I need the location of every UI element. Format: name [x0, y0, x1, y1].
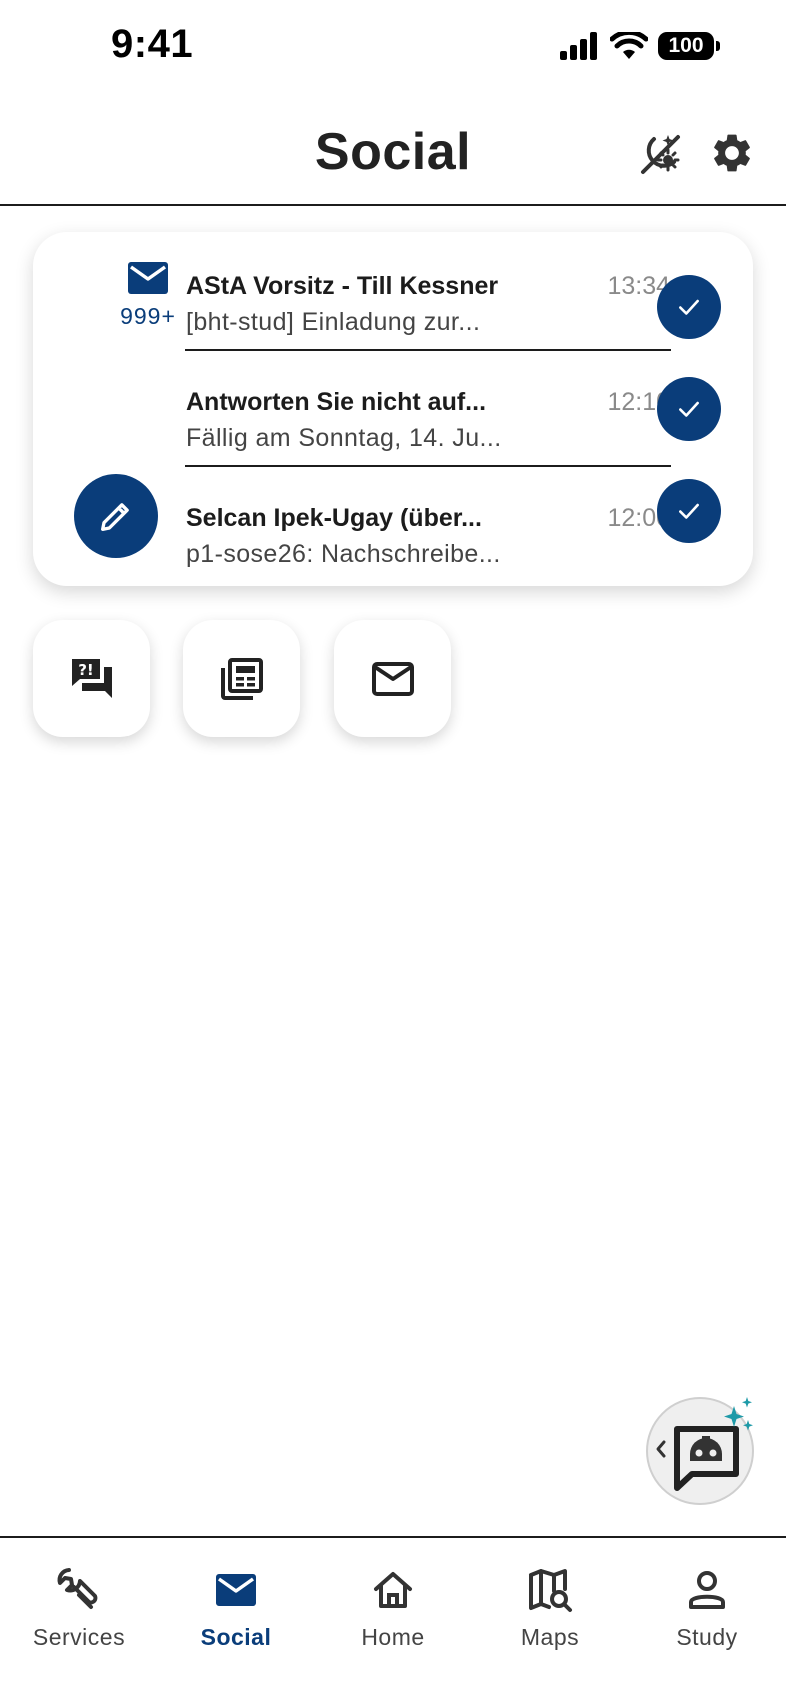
pencil-icon: [101, 503, 129, 531]
message-sender: AStA Vorsitz - Till Kessner: [186, 272, 499, 300]
mail-outline-icon: [371, 661, 414, 696]
tab-maps[interactable]: Maps: [472, 1566, 628, 1651]
mail-card: 999+ AStA Vorsitz - Till Kessner 13:34 […: [33, 232, 753, 586]
tab-services[interactable]: Services: [1, 1566, 157, 1651]
status-bar: 9:41 100: [0, 0, 786, 100]
feedback-button[interactable]: ?!: [33, 620, 150, 737]
mark-read-button[interactable]: [657, 377, 721, 441]
person-icon: [689, 1571, 725, 1609]
tab-social[interactable]: Social: [158, 1566, 314, 1651]
tab-label: Home: [361, 1624, 425, 1650]
svg-text:?!: ?!: [78, 661, 94, 679]
settings-button[interactable]: [709, 130, 757, 178]
mail-button[interactable]: [334, 620, 451, 737]
header: Social: [0, 100, 786, 206]
wrench-icon: [57, 1568, 98, 1609]
mail-icon: [128, 262, 168, 294]
news-icon: [220, 657, 263, 700]
check-icon: [679, 401, 699, 417]
mark-read-button[interactable]: [657, 479, 721, 543]
feedback-icon: ?!: [71, 658, 112, 698]
tab-label: Maps: [520, 1624, 580, 1650]
message-divider: [185, 465, 671, 467]
gear-icon: [714, 134, 750, 172]
wifi-icon: [610, 32, 648, 59]
map-search-icon: [529, 1569, 572, 1612]
message-row[interactable]: Selcan Ipek-Ugay (über... 12:00 p1-sose2…: [185, 482, 670, 582]
dark-mode-off-icon: [641, 135, 680, 174]
tab-bar: Services Social Home Maps Study: [0, 1536, 786, 1706]
tab-label: Social: [200, 1624, 272, 1650]
message-divider: [185, 349, 671, 351]
home-icon: [374, 1572, 412, 1608]
check-icon: [679, 299, 699, 315]
compose-button[interactable]: [74, 474, 158, 558]
theme-toggle-button[interactable]: [636, 130, 684, 178]
status-icons: 100: [560, 32, 720, 60]
mark-read-button[interactable]: [657, 275, 721, 339]
tab-label: Services: [32, 1624, 126, 1650]
assistant-button[interactable]: [646, 1397, 754, 1505]
tab-study[interactable]: Study: [629, 1566, 785, 1651]
news-button[interactable]: [183, 620, 300, 737]
tab-home[interactable]: Home: [315, 1566, 471, 1651]
message-preview: [bht-stud] Einladung zur...: [186, 308, 481, 336]
message-sender: Antworten Sie nicht auf...: [186, 388, 487, 416]
battery-icon: 100: [658, 32, 720, 60]
sparkle-icon: [724, 1397, 753, 1431]
cellular-signal-icon: [560, 32, 597, 60]
message-preview: Fällig am Sonntag, 14. Ju...: [186, 424, 502, 452]
tab-label: Study: [676, 1624, 738, 1650]
message-preview: p1-sose26: Nachschreibe...: [186, 540, 501, 568]
status-time: 9:41: [111, 22, 194, 66]
mail-icon: [216, 1574, 256, 1606]
message-row[interactable]: AStA Vorsitz - Till Kessner 13:34 [bht-s…: [185, 250, 670, 350]
message-row[interactable]: Antworten Sie nicht auf... 12:10 Fällig …: [185, 366, 670, 466]
check-icon: [679, 503, 699, 519]
message-sender: Selcan Ipek-Ugay (über...: [186, 504, 482, 532]
battery-level: 100: [668, 34, 704, 57]
